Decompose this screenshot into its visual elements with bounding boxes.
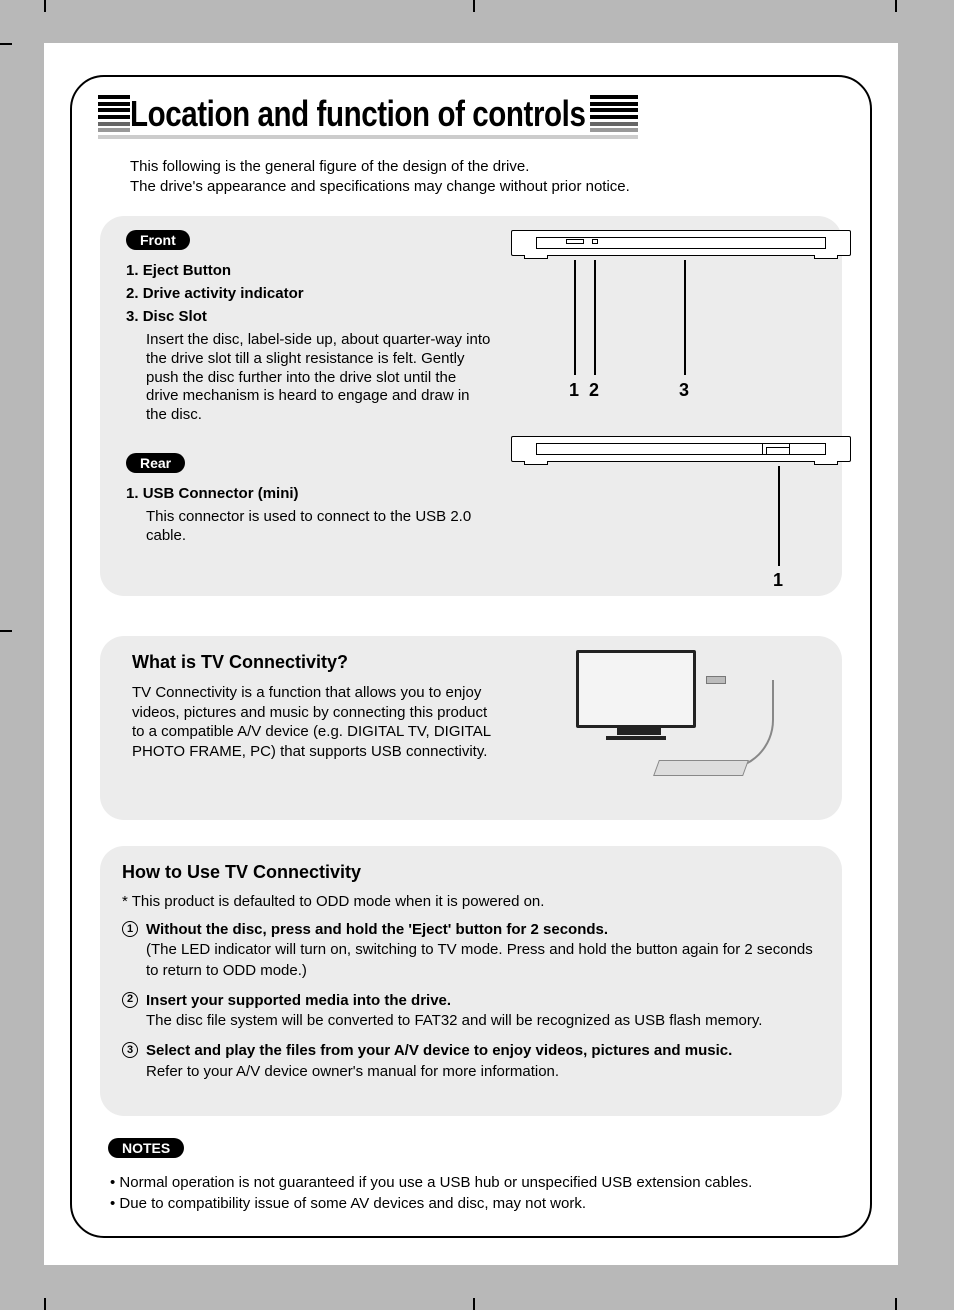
step-bold: Insert your supported media into the dri…: [146, 992, 451, 1009]
page-title: Location and function of controls: [130, 93, 590, 135]
usb-connector-description: This connector is used to connect to the…: [146, 508, 491, 546]
notes-label: NOTES: [108, 1138, 184, 1158]
step-bold: Select and play the files from your A/V …: [146, 1042, 732, 1059]
content-frame: Location and function of controls This f…: [70, 75, 872, 1238]
callout-number: 2: [589, 380, 599, 401]
step-number-icon: 3: [122, 1042, 138, 1058]
tv-connectivity-section: What is TV Connectivity? TV Connectivity…: [100, 636, 842, 820]
crop-mark: [473, 1298, 475, 1310]
callout-number: 1: [773, 570, 783, 591]
front-item: 1. Eject Button: [126, 262, 491, 279]
crop-mark: [895, 0, 897, 12]
crop-mark: [895, 1298, 897, 1310]
rear-item: 1. USB Connector (mini): [126, 485, 491, 502]
crop-mark: [473, 0, 475, 12]
crop-mark: [0, 43, 12, 45]
step-number-icon: 1: [122, 921, 138, 937]
howto-default-note: * This product is defaulted to ODD mode …: [122, 893, 826, 910]
intro-line: The drive's appearance and specification…: [130, 177, 842, 197]
intro-text: This following is the general figure of …: [130, 157, 842, 196]
note-line: • Normal operation is not guaranteed if …: [110, 1174, 842, 1191]
howto-step: 1 Without the disc, press and hold the '…: [122, 920, 826, 981]
rear-diagram: 1: [511, 436, 851, 576]
step-rest: Refer to your A/V device owner's manual …: [146, 1063, 559, 1080]
step-rest: (The LED indicator will turn on, switchi…: [146, 941, 813, 978]
rear-label: Rear: [126, 453, 185, 473]
howto-heading: How to Use TV Connectivity: [122, 862, 826, 883]
front-item: 3. Disc Slot: [126, 308, 491, 325]
notes-section: NOTES • Normal operation is not guarante…: [108, 1138, 842, 1212]
tv-heading: What is TV Connectivity?: [132, 652, 496, 673]
crop-mark: [0, 630, 12, 632]
front-diagram: 1 2 3: [511, 230, 851, 390]
drive-icon: [653, 760, 749, 776]
tv-connectivity-illustration: [546, 650, 796, 800]
callout-number: 3: [679, 380, 689, 401]
disc-slot-description: Insert the disc, label-side up, about qu…: [146, 331, 491, 425]
tv-body: TV Connectivity is a function that allow…: [132, 683, 496, 761]
howto-step: 3 Select and play the files from your A/…: [122, 1041, 826, 1082]
crop-mark: [44, 0, 46, 12]
page: Location and function of controls This f…: [44, 43, 898, 1265]
page-title-block: Location and function of controls: [98, 95, 842, 139]
intro-line: This following is the general figure of …: [130, 157, 842, 177]
tv-icon: [576, 650, 696, 728]
device-front-icon: [511, 230, 851, 256]
callout-number: 1: [569, 380, 579, 401]
device-rear-icon: [511, 436, 851, 462]
front-rear-section: Front 1. Eject Button 2. Drive activity …: [100, 216, 842, 596]
step-bold: Without the disc, press and hold the 'Ej…: [146, 921, 608, 938]
cable-icon: [704, 680, 774, 770]
step-number-icon: 2: [122, 992, 138, 1008]
crop-mark: [44, 1298, 46, 1310]
howto-step: 2 Insert your supported media into the d…: [122, 991, 826, 1032]
step-rest: The disc file system will be converted t…: [146, 1012, 762, 1029]
howto-section: How to Use TV Connectivity * This produc…: [100, 846, 842, 1116]
note-line: • Due to compatibility issue of some AV …: [110, 1195, 842, 1212]
front-item: 2. Drive activity indicator: [126, 285, 491, 302]
front-label: Front: [126, 230, 190, 250]
